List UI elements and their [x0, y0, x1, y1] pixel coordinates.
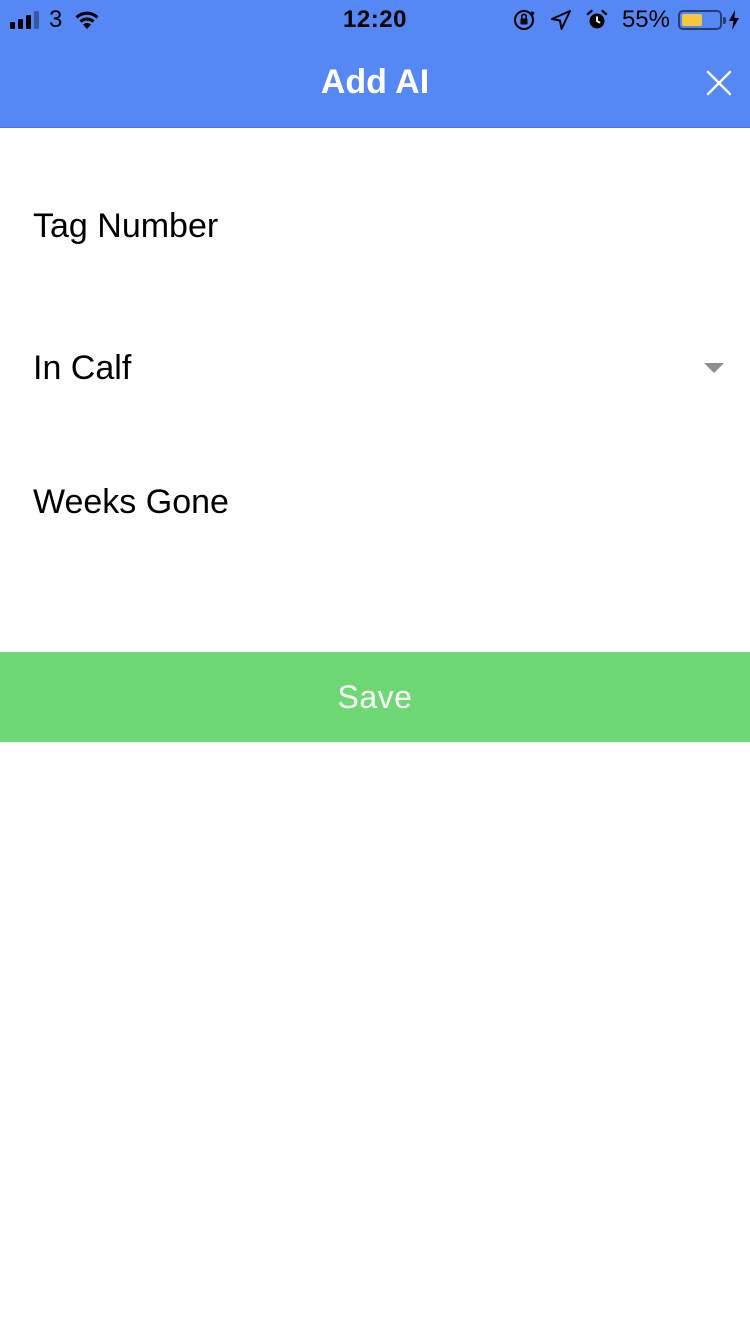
weeks-gone-label: Weeks Gone: [33, 483, 229, 521]
close-icon[interactable]: [704, 68, 734, 98]
battery-fill: [682, 14, 702, 26]
weeks-gone-field[interactable]: Weeks Gone: [0, 458, 750, 548]
alarm-icon: [586, 9, 608, 29]
battery-icon: [678, 10, 726, 30]
orientation-lock-icon: [513, 10, 535, 30]
chevron-down-icon[interactable]: [704, 363, 724, 373]
charging-icon: [729, 10, 739, 30]
page-title: Add AI: [320, 63, 430, 101]
in-calf-label: In Calf: [33, 349, 132, 387]
save-button[interactable]: Save: [0, 652, 750, 742]
header-bar: Add AI: [0, 40, 750, 128]
in-calf-select[interactable]: In Calf: [0, 324, 750, 414]
battery-percent: 55%: [621, 6, 670, 33]
location-icon: [550, 10, 571, 30]
tag-number-field[interactable]: Tag Number: [0, 182, 750, 272]
status-right: 55%: [512, 7, 740, 33]
tag-number-label: Tag Number: [33, 207, 219, 245]
status-bar: 3 12:20 55%: [0, 0, 750, 40]
